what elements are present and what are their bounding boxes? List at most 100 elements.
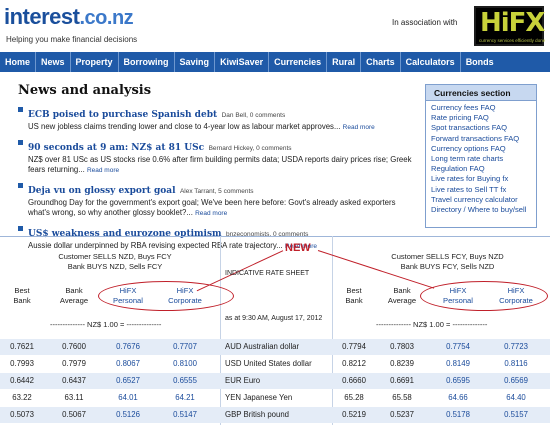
- site-tagline: Helping you make financial decisions: [6, 35, 138, 44]
- news-meta: Bernard Hickey, 0 comments: [208, 145, 292, 152]
- news-headline-link[interactable]: ECB poised to purchase Spanish debt: [28, 110, 217, 120]
- col-label: Bank: [393, 286, 411, 295]
- cell-bank-average: 63.11: [64, 393, 84, 402]
- nav-item-home[interactable]: Home: [0, 52, 37, 72]
- cell-bank-average: 0.7600: [62, 342, 86, 351]
- currency-link[interactable]: Forward transactions FAQ: [431, 134, 531, 144]
- news-item: Deja vu on glossy export goal Alex Tarra…: [18, 180, 413, 219]
- cell-bank-average: 0.8239: [390, 359, 414, 368]
- currency-link[interactable]: Currency options FAQ: [431, 144, 531, 154]
- currency-link[interactable]: Long term rate charts: [431, 154, 531, 164]
- currency-link[interactable]: Rate pricing FAQ: [431, 113, 531, 123]
- news-section-title: News and analysis: [18, 83, 152, 98]
- col-bank-average-right: Bank Average: [380, 286, 424, 306]
- news-headline-link[interactable]: US$ weakness and eurozone optimism: [28, 229, 222, 239]
- col-label: Best: [14, 286, 30, 295]
- cell-best-bank: 0.6660: [342, 376, 366, 385]
- news-summary: NZ$ over 81 USc as US stocks rise 0.6% a…: [28, 155, 412, 174]
- cell-hifx-personal: 0.6595: [446, 376, 470, 385]
- currencies-links: Currency fees FAQ Rate pricing FAQ Spot …: [426, 101, 536, 217]
- cell-bank-average: 0.5067: [62, 410, 86, 419]
- cell-hifx-corporate: 0.5157: [504, 410, 528, 419]
- cell-bank-average: 0.7979: [62, 359, 86, 368]
- currency-link[interactable]: Spot transactions FAQ: [431, 123, 531, 133]
- nav-item-currencies[interactable]: Currencies: [269, 52, 328, 72]
- cell-hifx-corporate: 64.21: [175, 393, 195, 402]
- nav-item-rural[interactable]: Rural: [327, 52, 362, 72]
- cell-currency-name: AUD Australian dollar: [225, 342, 300, 351]
- news-summary: US new jobless claims trending lower and…: [28, 122, 341, 131]
- main-nav: Home News Property Borrowing Saving Kiwi…: [0, 52, 550, 72]
- news-meta: Alex Tarrant, 5 comments: [179, 188, 254, 195]
- cell-hifx-corporate: 0.6555: [173, 376, 197, 385]
- right-group-header: Customer SELLS FCY, Buys NZD Bank BUYS F…: [355, 252, 540, 272]
- cell-hifx-corporate: 0.8116: [504, 359, 528, 368]
- cell-bank-average: 65.58: [392, 393, 412, 402]
- currency-link[interactable]: Live rates for Buying fx: [431, 174, 531, 184]
- read-more-link[interactable]: Read more: [195, 210, 227, 217]
- nav-item-news[interactable]: News: [36, 52, 71, 72]
- as-at-timestamp: as at 9:30 AM, August 17, 2012: [225, 315, 323, 322]
- site-logo[interactable]: interest.co.nz: [4, 4, 134, 30]
- cell-best-bank: 0.6442: [10, 376, 34, 385]
- col-bank-average-left: Bank Average: [52, 286, 96, 306]
- col-best-bank-right: Best Bank: [336, 286, 372, 306]
- read-more-link[interactable]: Read more: [343, 124, 375, 131]
- col-label: Average: [387, 296, 417, 305]
- news-summary: Aussie dollar underpinned by RBA revisin…: [28, 241, 283, 250]
- cell-bank-average: 0.6691: [390, 376, 414, 385]
- col-label: Bank: [13, 296, 31, 305]
- cell-bank-average: 0.7803: [390, 342, 414, 351]
- cell-hifx-corporate: 0.6569: [504, 376, 528, 385]
- currency-link[interactable]: Directory / Where to buy/sell: [431, 205, 531, 215]
- hifx-logo[interactable]: HiFX currency services efficiently done: [474, 6, 545, 46]
- currency-link[interactable]: Live rates to Sell TT fx: [431, 185, 531, 195]
- cell-hifx-personal: 0.8067: [116, 359, 140, 368]
- site-header: interest.co.nz Helping you make financia…: [0, 0, 550, 50]
- cell-best-bank: 0.5073: [10, 410, 34, 419]
- bullet-icon: [18, 183, 23, 188]
- read-more-link[interactable]: Read more: [87, 167, 119, 174]
- news-item: 90 seconds at 9 am: NZ$ at 81 USc Bernar…: [18, 137, 413, 176]
- news-list: ECB poised to purchase Spanish debt Dan …: [18, 104, 413, 256]
- nav-item-borrowing[interactable]: Borrowing: [119, 52, 175, 72]
- currency-link[interactable]: Currency fees FAQ: [431, 103, 531, 113]
- col-label: Bank: [345, 296, 363, 305]
- cell-best-bank: 0.7993: [10, 359, 34, 368]
- table-row: 0.7621 0.7600 0.7676 0.7707 AUD Australi…: [0, 339, 550, 355]
- currency-link[interactable]: Travel currency calculator: [431, 195, 531, 205]
- nav-item-calculators[interactable]: Calculators: [401, 52, 461, 72]
- table-row: 0.7993 0.7979 0.8067 0.8100 USD United S…: [0, 356, 550, 372]
- news-headline-link[interactable]: Deja vu on glossy export goal: [28, 186, 176, 196]
- table-row: 0.5073 0.5067 0.5126 0.5147 GBP British …: [0, 407, 550, 423]
- cell-bank-average: 0.6437: [62, 376, 86, 385]
- nav-item-bonds[interactable]: Bonds: [461, 52, 499, 72]
- nav-item-charts[interactable]: Charts: [361, 52, 401, 72]
- news-item: ECB poised to purchase Spanish debt Dan …: [18, 104, 413, 133]
- news-headline-link[interactable]: 90 seconds at 9 am: NZ$ at 81 USc: [28, 143, 204, 153]
- bullet-icon: [18, 107, 23, 112]
- units-label-left: -------------- NZ$ 1.00 = --------------: [50, 320, 162, 329]
- cell-hifx-personal: 64.01: [118, 393, 138, 402]
- nav-item-saving[interactable]: Saving: [175, 52, 216, 72]
- logo-main: interest: [4, 4, 80, 29]
- col-best-bank-left: Best Bank: [4, 286, 40, 306]
- cell-best-bank: 0.8212: [342, 359, 366, 368]
- cell-currency-name: GBP British pound: [225, 410, 290, 419]
- highlight-ellipse-right: [420, 281, 548, 311]
- highlight-ellipse-left: [98, 281, 234, 311]
- cell-hifx-personal: 64.66: [448, 393, 468, 402]
- nav-item-property[interactable]: Property: [71, 52, 119, 72]
- nav-item-kiwisaver[interactable]: KiwiSaver: [215, 52, 270, 72]
- cell-hifx-corporate: 0.7723: [504, 342, 528, 351]
- col-label: Average: [59, 296, 89, 305]
- cell-hifx-corporate: 0.5147: [173, 410, 197, 419]
- hifx-logo-text: HiFX: [480, 8, 545, 38]
- indicative-rate-title: INDICATIVE RATE SHEET: [225, 270, 310, 277]
- currency-link[interactable]: Regulation FAQ: [431, 164, 531, 174]
- cell-best-bank: 0.7621: [10, 342, 34, 351]
- cell-hifx-personal: 0.7754: [446, 342, 470, 351]
- cell-best-bank: 0.5219: [342, 410, 366, 419]
- cell-currency-name: EUR Euro: [225, 376, 261, 385]
- cell-bank-average: 0.5237: [390, 410, 414, 419]
